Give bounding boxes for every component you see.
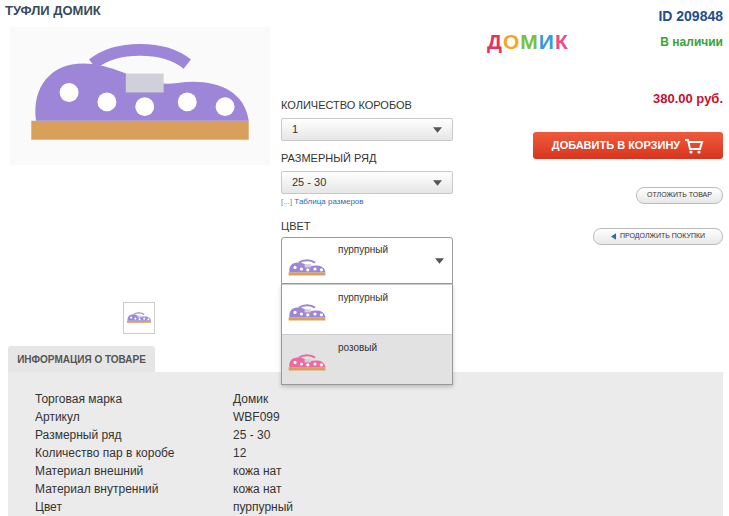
product-page: ТУФЛИ ДОМИК КОЛИЧЕСТВО КОРОБОВ 1 РАЗМЕРНЫЙ … — [0, 0, 729, 516]
postpone-button[interactable]: ОТЛОЖИТЬ ТОВАР — [636, 187, 723, 204]
color-option[interactable]: розовый — [282, 334, 452, 384]
cart-icon — [684, 138, 704, 154]
dropdown-arrow-icon — [433, 127, 442, 133]
brand-logo: ДОМИК — [487, 32, 569, 52]
option-select[interactable]: 25 - 30 — [281, 171, 453, 194]
product-id: ID 209848 — [658, 0, 723, 24]
color-dropdown: пурпурныйрозовый — [281, 284, 453, 385]
info-row: Количество пар в коробе12 — [35, 444, 723, 462]
product-photo — [10, 27, 270, 165]
color-option-icon — [287, 351, 327, 375]
price: 380.00 руб. — [653, 91, 723, 107]
color-select[interactable]: пурпурныйпурпурныйрозовый — [281, 237, 453, 284]
photo-thumbnail[interactable] — [123, 302, 155, 334]
availability: В наличии — [660, 33, 723, 51]
dropdown-arrow-icon — [435, 258, 444, 264]
color-option[interactable]: пурпурный — [282, 284, 452, 334]
info-row: Материал внешнийкожа нат — [35, 462, 723, 480]
gallery-column: ТУФЛИ ДОМИК — [0, 0, 281, 346]
option-label: РАЗМЕРНЫЙ РЯД — [281, 151, 453, 165]
brand-row: ДОМИК В наличии — [453, 32, 723, 52]
option-group: РАЗМЕРНЫЙ РЯД 25 - 30 — [281, 151, 453, 194]
color-thumbnail-icon — [287, 257, 327, 279]
options-column: КОЛИЧЕСТВО КОРОБОВ 1 РАЗМЕРНЫЙ РЯД 25 - 30 [… — [281, 0, 453, 346]
info-panel: Торговая маркаДомикАртикулWBF099Размерны… — [8, 372, 723, 516]
info-row: АртикулWBF099 — [35, 408, 723, 426]
option-label: КОЛИЧЕСТВО КОРОБОВ — [281, 98, 453, 112]
back-arrow-icon — [611, 233, 616, 240]
shoe-thumbnail-icon — [126, 310, 152, 326]
info-row: Размерный ряд25 - 30 — [35, 426, 723, 444]
info-row: Торговая маркаДомик — [35, 390, 723, 408]
option-group: КОЛИЧЕСТВО КОРОБОВ 1 — [281, 98, 453, 141]
size-table-link[interactable]: [...] Таблица размеров — [281, 197, 453, 207]
info-row: Цветпурпурный — [35, 498, 723, 516]
info-tab[interactable]: ИНФОРМАЦИЯ О ТОВАРЕ — [8, 346, 155, 372]
option-select[interactable]: 1 — [281, 118, 453, 141]
dropdown-arrow-icon — [433, 180, 442, 186]
product-top: ТУФЛИ ДОМИК КОЛИЧЕСТВО КОРОБОВ 1 РАЗМЕРНЫЙ … — [0, 0, 729, 346]
color-value: пурпурный — [338, 238, 435, 257]
info-row: Материал внутреннийкожа нат — [35, 480, 723, 498]
color-label: ЦВЕТ — [281, 219, 453, 233]
shoe-photo-icon — [15, 31, 265, 161]
continue-button[interactable]: ПРОДОЛЖИТЬ ПОКУПКИ — [593, 228, 723, 245]
purchase-column: ID 209848 ДОМИК В наличии 380.00 руб. ДОБАВИ… — [453, 0, 729, 346]
add-to-cart-button[interactable]: ДОБАВИТЬ В КОРЗИНУ — [533, 132, 723, 159]
product-title: ТУФЛИ ДОМИК — [0, 0, 281, 19]
color-option-icon — [287, 301, 327, 325]
